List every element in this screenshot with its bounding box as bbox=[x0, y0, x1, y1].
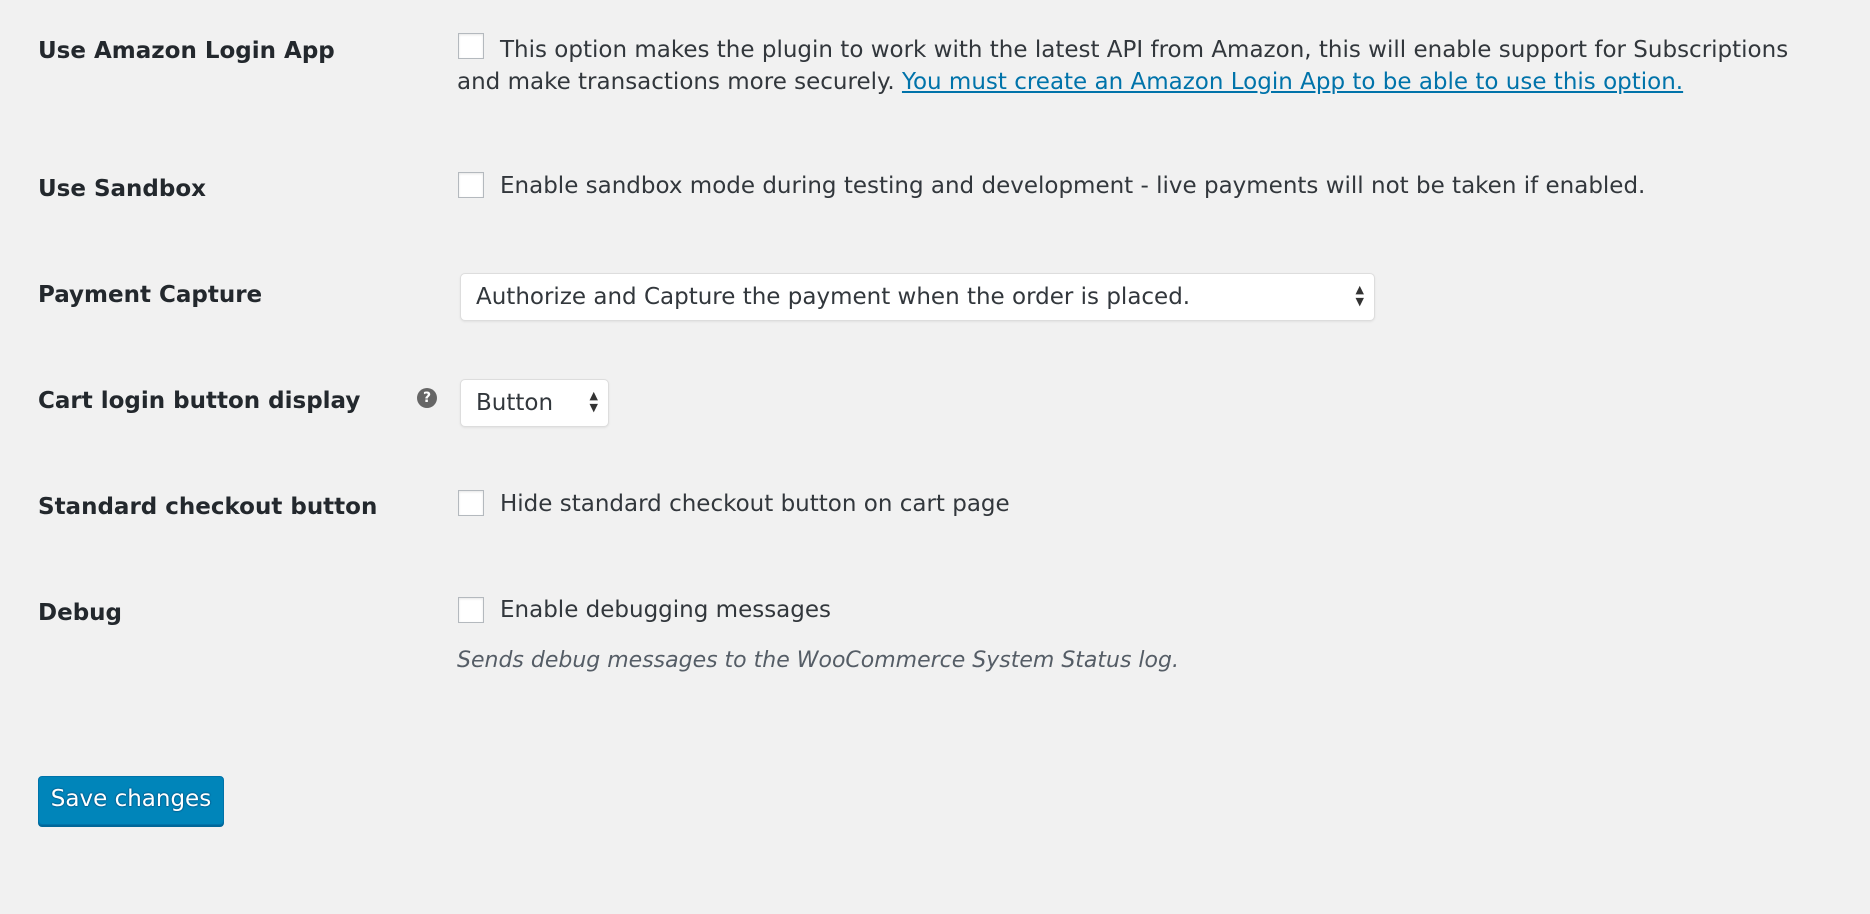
use-sandbox-description: Enable sandbox mode during testing and d… bbox=[500, 173, 1646, 199]
payment-capture-value: Authorize and Capture the payment when t… bbox=[476, 284, 1191, 310]
debug-description: Enable debugging messages bbox=[500, 597, 832, 623]
cart-login-button-select[interactable]: Button ▲ ▼ bbox=[460, 379, 609, 427]
label-payment-capture: Payment Capture bbox=[38, 282, 263, 308]
use-sandbox-checkbox[interactable] bbox=[458, 172, 484, 198]
label-amazon-login-app: Use Amazon Login App bbox=[38, 38, 335, 64]
standard-checkout-checkbox[interactable] bbox=[458, 490, 484, 516]
amazon-login-app-description: This option makes the plugin to work wit… bbox=[457, 34, 1837, 98]
label-debug: Debug bbox=[38, 600, 122, 626]
save-changes-button[interactable]: Save changes bbox=[38, 776, 224, 825]
label-use-sandbox: Use Sandbox bbox=[38, 176, 206, 202]
label-standard-checkout: Standard checkout button bbox=[38, 494, 378, 520]
label-cart-login-button: Cart login button display bbox=[38, 388, 361, 414]
select-arrows-icon: ▲ ▼ bbox=[1355, 283, 1364, 308]
select-arrows-icon: ▲ ▼ bbox=[589, 389, 598, 414]
standard-checkout-description: Hide standard checkout button on cart pa… bbox=[500, 491, 1010, 517]
payment-capture-select[interactable]: Authorize and Capture the payment when t… bbox=[460, 273, 1375, 321]
question-circle-icon[interactable]: ? bbox=[417, 388, 437, 408]
debug-note: Sends debug messages to the WooCommerce … bbox=[457, 648, 1179, 673]
amazon-login-app-link[interactable]: You must create an Amazon Login App to b… bbox=[902, 69, 1683, 95]
cart-login-button-value: Button bbox=[476, 390, 554, 416]
debug-checkbox[interactable] bbox=[458, 597, 484, 623]
